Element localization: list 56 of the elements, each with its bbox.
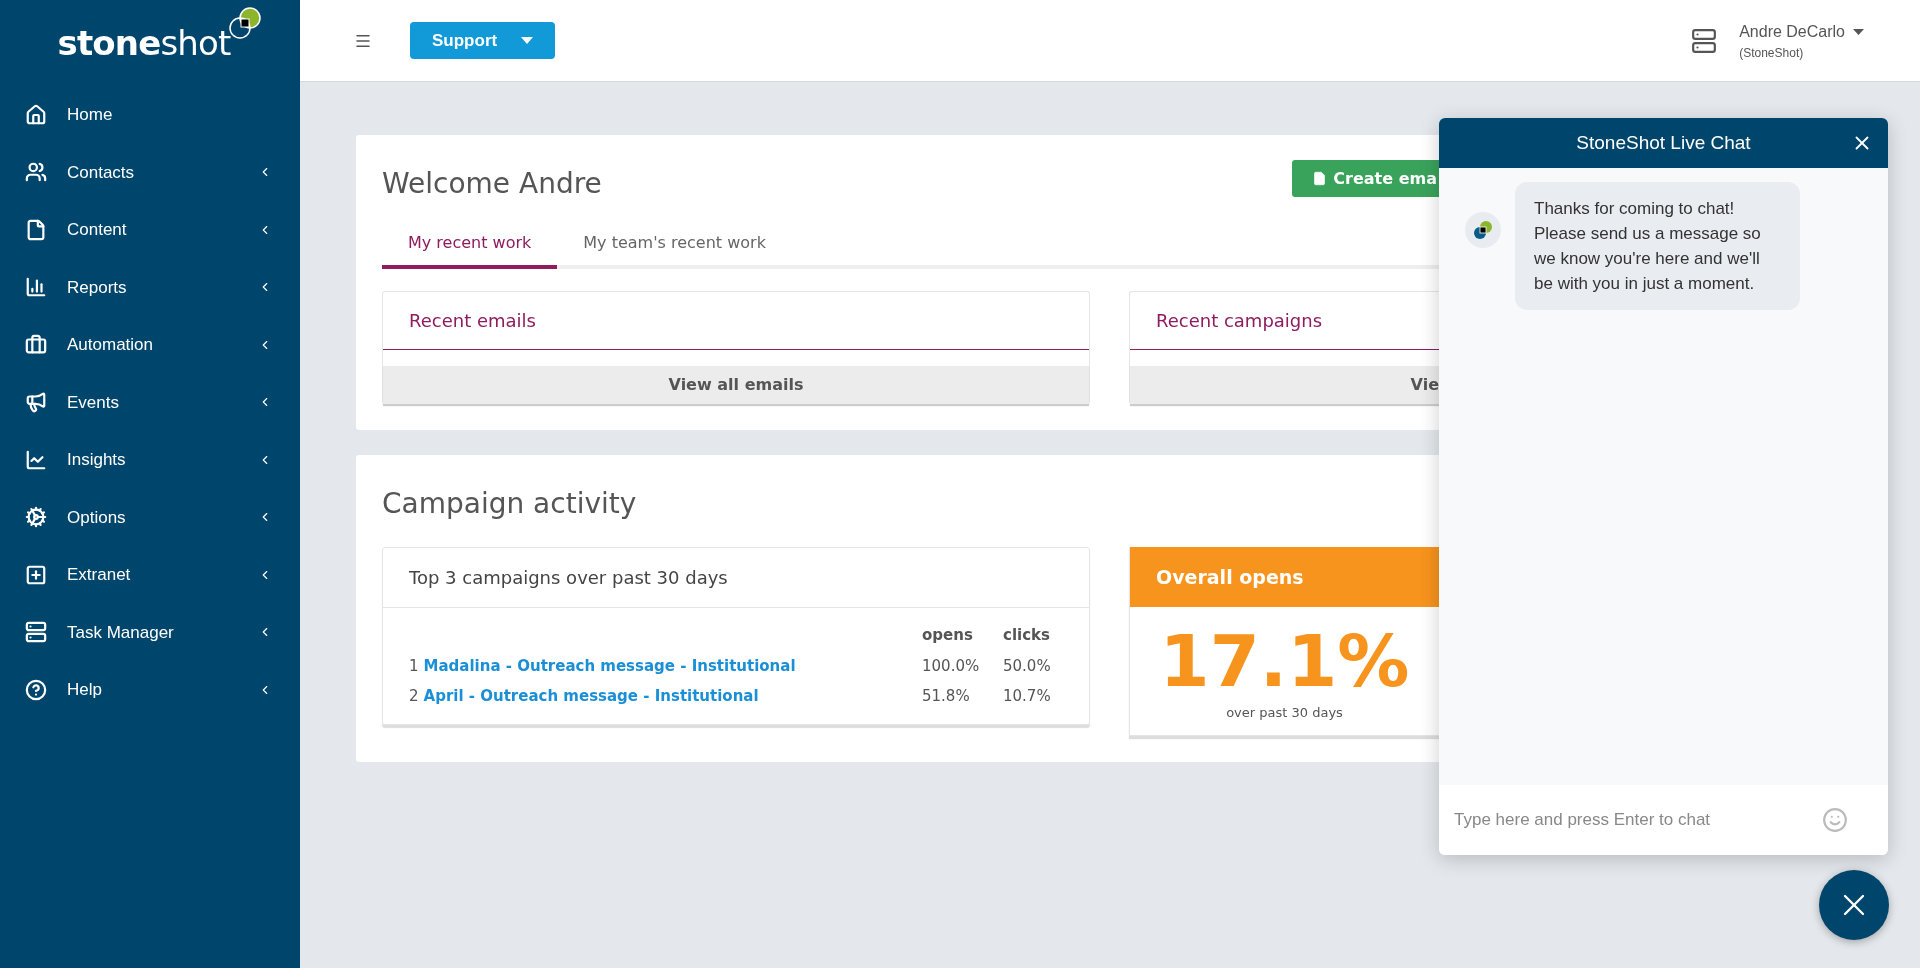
view-all-button[interactable]: Vie: [1130, 366, 1439, 404]
campaign-link[interactable]: April - Outreach message - Institutional: [423, 685, 759, 708]
panel-title: Top 3 campaigns over past 30 days: [409, 566, 728, 590]
file-icon: [1312, 171, 1328, 186]
rank-number: 2: [409, 686, 419, 707]
sidebar-item[interactable]: Reports: [0, 258, 300, 316]
opens-percentage: 17.1%: [1159, 625, 1410, 697]
home-icon: [25, 103, 47, 126]
help-icon: [25, 678, 47, 701]
chat-title: StoneShot Live Chat: [1576, 130, 1751, 155]
column-header: clicks: [1003, 625, 1051, 646]
sidebar-item[interactable]: Insights: [0, 431, 300, 489]
table-cell-text: 51.8%: [922, 686, 971, 707]
caret-icon: [521, 37, 534, 44]
caption: over past 30 days: [1226, 704, 1343, 722]
server-icon: [25, 621, 47, 644]
panel-title: Recent emails: [409, 309, 536, 333]
sidebar-item[interactable]: Automation: [0, 316, 300, 374]
agent-avatar-icon: [1465, 212, 1501, 248]
caret-icon[interactable]: [1853, 28, 1864, 35]
megaphone-icon: [25, 391, 47, 414]
sidebar-item[interactable]: Extranet: [0, 546, 300, 604]
users-icon: [25, 161, 47, 184]
column-header: opens: [922, 625, 974, 646]
campaign-link[interactable]: Madalina - Outreach message - Institutional: [423, 654, 796, 677]
user-name[interactable]: Andre DeCarlo: [1739, 19, 1845, 44]
tab[interactable]: My team's recent work: [557, 231, 792, 265]
sidebar-item[interactable]: Events: [0, 373, 300, 431]
file-icon: [25, 218, 47, 241]
panel-title: Recent campaigns: [1156, 309, 1323, 333]
logo-text: stoneshot: [57, 26, 231, 60]
table-cell-text: 10.7%: [1003, 686, 1052, 707]
tab[interactable]: My recent work: [382, 231, 558, 269]
chat-input-field[interactable]: Type here and press Enter to chat: [1439, 785, 1888, 855]
section-title: Campaign activity: [382, 487, 637, 520]
view-all-button[interactable]: View all emails: [383, 366, 1089, 404]
plus-square-icon: [25, 563, 47, 586]
panel-title: Overall opens: [1156, 564, 1304, 590]
sidebar-item[interactable]: Content: [0, 201, 300, 259]
close-chat-button[interactable]: [1819, 870, 1889, 940]
line-chart-icon: [25, 448, 47, 471]
server-icon[interactable]: [1691, 27, 1718, 54]
sidebar-item[interactable]: Contacts: [0, 143, 300, 201]
gear-icon: [25, 506, 47, 529]
briefcase-icon: [25, 333, 47, 356]
sidebar-item[interactable]: Help: [0, 661, 300, 719]
sidebar-item[interactable]: Task Manager: [0, 603, 300, 661]
rank-number: 1: [409, 655, 419, 677]
user-organization: (StoneShot): [1739, 44, 1805, 62]
message-bubble: Thanks for coming to chat! Please send us a message so we know you're here and we'll be with you in just a moment.: [1515, 182, 1800, 310]
table-cell-text: 100.0%: [922, 655, 981, 677]
welcome-title: Welcome Andre: [382, 166, 602, 202]
table-cell-text: 50.0%: [1003, 655, 1052, 677]
sidebar-item[interactable]: Home: [0, 86, 300, 144]
bar-chart-icon: [25, 276, 47, 299]
sidebar-item[interactable]: Options: [0, 488, 300, 546]
